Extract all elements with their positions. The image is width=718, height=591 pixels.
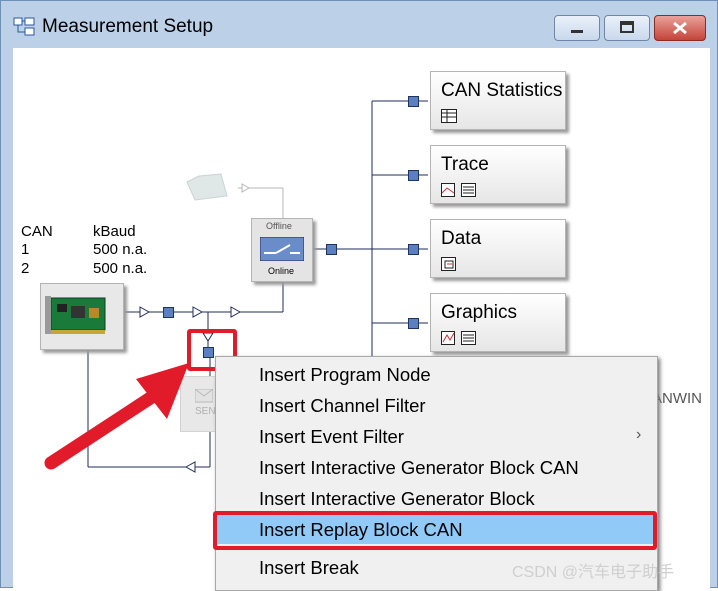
close-icon (673, 21, 687, 35)
menu-item-insert-program-node[interactable]: Insert Program Node (217, 360, 656, 389)
node-square[interactable] (408, 170, 419, 181)
measurement-setup-window: Measurement Setup CAN kBaud 1 500 n.a. 2… (0, 0, 718, 591)
baud-header: kBaud (93, 223, 136, 240)
menu-item-label: Insert Program Node (259, 364, 431, 385)
block-can-statistics[interactable]: CAN Statistics (430, 71, 566, 130)
channel-1: 1 (21, 241, 30, 258)
table-icon (441, 109, 457, 123)
can-hardware-card[interactable] (40, 283, 124, 350)
block-title: Graphics (441, 302, 518, 323)
block-title: CAN Statistics (441, 80, 563, 101)
window-title: Measurement Setup (42, 16, 214, 37)
graphics-config-icon (441, 331, 476, 345)
annotation-arrow (44, 363, 189, 470)
offline-source-icon (186, 173, 228, 201)
block-graphics[interactable]: Graphics (430, 293, 566, 352)
title-bar[interactable]: Measurement Setup (1, 1, 717, 45)
menu-item-label: Insert Break (259, 557, 359, 578)
trace-config-icon (441, 183, 476, 197)
node-square[interactable] (408, 96, 419, 107)
menu-item-insert-interactive-generator-block-can[interactable]: Insert Interactive Generator Block CAN (217, 453, 656, 482)
channel-2-baud: 500 n.a. (93, 260, 148, 277)
node-square[interactable] (408, 318, 419, 329)
menu-item-insert-interactive-generator-block[interactable]: Insert Interactive Generator Block (217, 484, 656, 513)
menu-item-insert-channel-filter[interactable]: Insert Channel Filter (217, 391, 656, 420)
block-data[interactable]: Data (430, 219, 566, 278)
node-square[interactable] (408, 244, 419, 255)
measurement-setup-icon (13, 17, 35, 36)
offline-online-switch[interactable]: Offline Online (251, 218, 313, 282)
maximize-button[interactable] (604, 15, 650, 41)
menu-item-insert-event-filter[interactable]: Insert Event Filter › (217, 422, 656, 451)
data-window-icon (441, 257, 456, 271)
menu-item-label: Insert Event Filter (259, 426, 404, 447)
minimize-button[interactable] (554, 15, 600, 41)
channel-2: 2 (21, 260, 30, 277)
minimize-icon (571, 30, 583, 33)
channel-1-baud: 500 n.a. (93, 241, 148, 258)
node-square[interactable] (326, 244, 337, 255)
block-trace[interactable]: Trace (430, 145, 566, 204)
maximize-icon (620, 21, 634, 33)
pci-card-icon (45, 296, 106, 334)
annotation-box-menu-item (213, 511, 657, 550)
channel-header: CAN (21, 223, 53, 240)
menu-item-label: Insert Interactive Generator Block CAN (259, 457, 579, 478)
close-button[interactable] (654, 15, 706, 41)
block-title: Trace (441, 154, 489, 175)
partial-hidden-text: ANWIN (652, 390, 702, 407)
node-square[interactable] (163, 307, 174, 318)
submenu-chevron-icon: › (636, 426, 642, 443)
switch-icon (260, 237, 304, 261)
online-label: Online (268, 266, 295, 276)
watermark: CSDN @汽车电子助手 (512, 564, 675, 581)
menu-item-label: Insert Interactive Generator Block (259, 488, 535, 509)
menu-item-label: Insert Channel Filter (259, 395, 426, 416)
block-title: Data (441, 228, 482, 249)
context-menu: Insert Program Node Insert Channel Filte… (215, 356, 658, 591)
offline-label: Offline (266, 221, 292, 231)
